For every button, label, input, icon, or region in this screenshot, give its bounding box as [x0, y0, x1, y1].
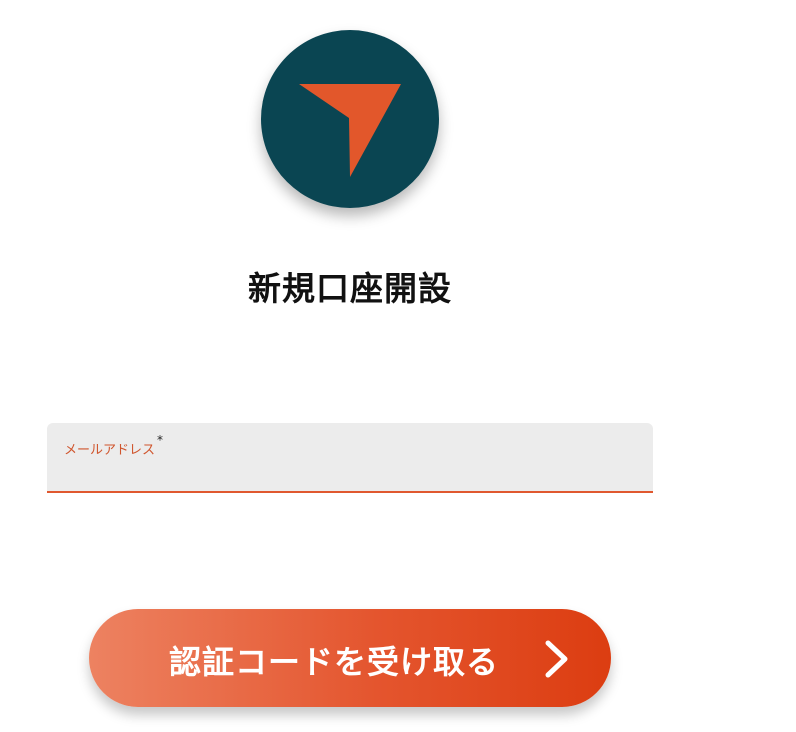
email-field[interactable]: メールアドレス *: [47, 423, 653, 493]
navigation-arrow-icon: [299, 84, 401, 177]
app-logo: [261, 30, 439, 208]
signup-page: 新規口座開設 メールアドレス * 認証コードを受け取る: [0, 0, 796, 732]
receive-code-button[interactable]: 認証コードを受け取る: [89, 609, 611, 707]
receive-code-button-label: 認証コードを受け取る: [169, 643, 500, 681]
email-field-label-text: メールアドレス: [64, 443, 156, 458]
email-field-label: メールアドレス *: [64, 433, 163, 458]
email-input[interactable]: [64, 461, 634, 487]
required-mark: *: [157, 433, 164, 447]
chevron-right-icon: [545, 640, 568, 678]
page-title: 新規口座開設: [248, 269, 452, 308]
